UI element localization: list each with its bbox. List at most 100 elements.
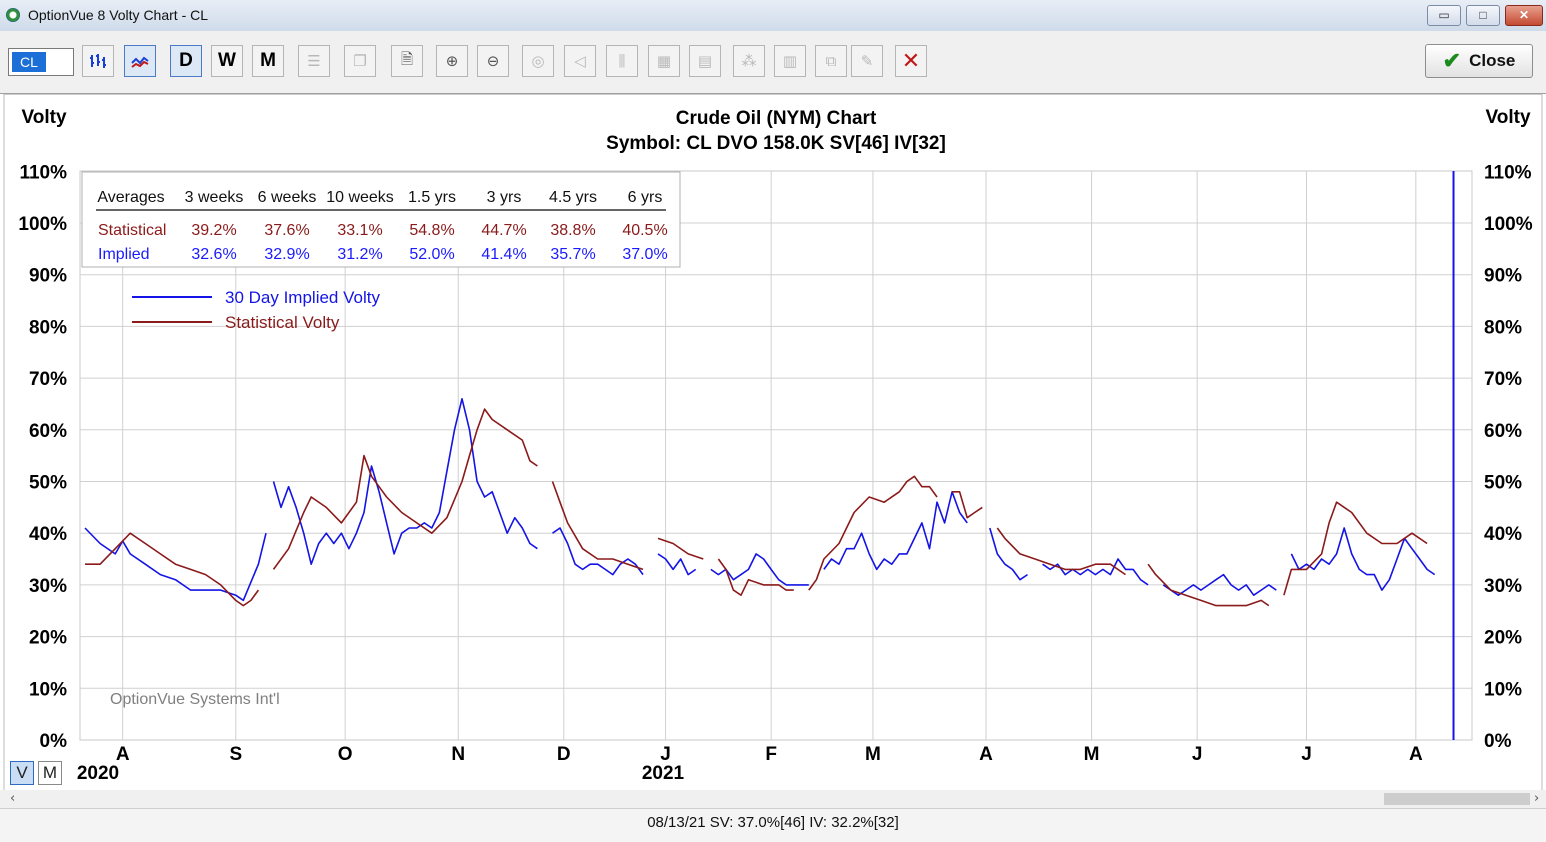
x-tick-label: N [451, 744, 465, 765]
y-tick-label-left: 20% [29, 628, 67, 649]
y-tick-label-right: 30% [1484, 576, 1522, 597]
mixed-mode-button[interactable]: M [38, 761, 62, 785]
weekly-button[interactable]: W [211, 45, 243, 77]
x-tick-label: J [1192, 744, 1203, 765]
x-tick-label: O [338, 744, 353, 765]
y-tick-label-right: 80% [1484, 317, 1522, 338]
averages-cell: 44.7% [481, 222, 526, 239]
averages-header: 4.5 yrs [549, 189, 597, 206]
title-bar: OptionVue 8 Volty Chart - CL ▭ □ ✕ [0, 0, 1546, 32]
delete-icon[interactable]: ✕ [895, 45, 927, 77]
scroll-left-icon[interactable]: ‹ [10, 791, 15, 806]
page-icon[interactable]: 🗎 [391, 45, 423, 77]
grid-icon[interactable]: ▦ [648, 45, 680, 77]
x-tick-label: S [229, 744, 242, 765]
y-tick-label-right: 0% [1484, 731, 1512, 752]
y-tick-label-left: 60% [29, 421, 67, 442]
window-close-button[interactable]: ✕ [1505, 5, 1543, 26]
averages-cell: 37.0% [622, 246, 667, 263]
averages-cell: 33.1% [337, 222, 382, 239]
averages-cell: 32.9% [264, 246, 309, 263]
averages-header: 3 yrs [487, 189, 522, 206]
y-tick-label-left: 10% [29, 679, 67, 700]
y-tick-label-left: 40% [29, 524, 67, 545]
symbol-value: CL [12, 52, 46, 72]
y-tick-label-left: 30% [29, 576, 67, 597]
y-tick-label-left: 50% [29, 473, 67, 494]
back-icon[interactable]: ◁ [564, 45, 596, 77]
monthly-button[interactable]: M [252, 45, 284, 77]
y-tick-label-right: 40% [1484, 524, 1522, 545]
x-tick-label: A [979, 744, 993, 765]
y-tick-label-right: 110% [1484, 162, 1532, 183]
averages-cell: 39.2% [191, 222, 236, 239]
x-tick-label: A [116, 744, 130, 765]
maximize-button[interactable]: □ [1466, 5, 1500, 26]
y-tick-label-left: 90% [29, 266, 67, 287]
x-tick-label: M [1084, 744, 1100, 765]
columns-icon[interactable]: ⫼ [606, 45, 638, 77]
year-label: 2021 [642, 763, 685, 784]
y-tick-label-left: 70% [29, 369, 67, 390]
app-icon [6, 8, 20, 22]
legend-implied-label: 30 Day Implied Volty [225, 288, 380, 307]
y-axis-label-left: Volty [21, 107, 66, 128]
horizontal-scrollbar[interactable]: ‹ › [0, 790, 1546, 808]
averages-header: 3 weeks [185, 189, 244, 206]
y-tick-label-right: 70% [1484, 369, 1522, 390]
window-title: OptionVue 8 Volty Chart - CL [28, 7, 209, 23]
copy-icon[interactable]: ❐ [344, 45, 376, 77]
averages-cell: 41.4% [481, 246, 526, 263]
scroll-right-icon[interactable]: › [1534, 791, 1539, 806]
volty-chart: Crude Oil (NYM) Chart Symbol: CL DVO 158… [3, 94, 1543, 790]
averages-cell: 54.8% [409, 222, 454, 239]
scroll-thumb[interactable] [1384, 793, 1530, 805]
check-icon: ✔ [1442, 48, 1462, 73]
x-tick-label: J [660, 744, 671, 765]
chart-subtitle: Symbol: CL DVO 158.0K SV[46] IV[32] [606, 133, 946, 154]
daily-button[interactable]: D [170, 45, 202, 77]
averages-header: 10 weeks [326, 189, 394, 206]
minimize-button[interactable]: ▭ [1427, 5, 1461, 26]
y-tick-label-left: 100% [18, 214, 67, 235]
scatter-icon[interactable]: ⁂ [733, 45, 765, 77]
averages-row-label: Implied [98, 246, 150, 263]
averages-cell: 37.6% [264, 222, 309, 239]
averages-cell: 52.0% [409, 246, 454, 263]
averages-cell: 31.2% [337, 246, 382, 263]
legend-statistical-label: Statistical Volty [225, 313, 340, 332]
zoom-out-icon[interactable]: ⊖ [477, 45, 509, 77]
y-tick-label-left: 0% [40, 731, 68, 752]
averages-cell: 38.8% [550, 222, 595, 239]
y-tick-label-left: 110% [19, 162, 67, 183]
averages-header: 6 yrs [628, 189, 663, 206]
averages-header: 6 weeks [258, 189, 317, 206]
y-tick-label-right: 50% [1484, 473, 1522, 494]
x-tick-label: A [1409, 744, 1423, 765]
volty-mode-button[interactable]: V [10, 761, 34, 785]
averages-cell: 32.6% [191, 246, 236, 263]
zoom-in-icon[interactable]: ⊕ [436, 45, 468, 77]
y-tick-label-right: 60% [1484, 421, 1522, 442]
close-button[interactable]: ✔ Close [1425, 44, 1533, 78]
copy2-icon[interactable]: ⧉ [815, 45, 847, 77]
x-tick-label: J [1301, 744, 1312, 765]
volty-lines-icon[interactable] [124, 45, 156, 77]
symbol-input[interactable]: CL [8, 48, 74, 76]
watermark: OptionVue Systems Int'l [110, 691, 280, 708]
averages-cell: 35.7% [550, 246, 595, 263]
pen-icon[interactable]: ✎ [851, 45, 883, 77]
y-axis-label-right: Volty [1485, 107, 1530, 128]
averages-header: 1.5 yrs [408, 189, 456, 206]
averages-row-label: Statistical [98, 222, 166, 239]
y-tick-label-right: 90% [1484, 266, 1522, 287]
grid2-icon[interactable]: ▤ [689, 45, 721, 77]
x-tick-label: M [865, 744, 881, 765]
chart-title: Crude Oil (NYM) Chart [676, 108, 877, 129]
grid3-icon[interactable]: ▥ [774, 45, 806, 77]
target-icon[interactable]: ◎ [522, 45, 554, 77]
bar-chart-icon[interactable] [82, 45, 114, 77]
list-icon[interactable]: ☰ [298, 45, 330, 77]
y-tick-label-right: 20% [1484, 628, 1522, 649]
x-tick-label: D [557, 744, 571, 765]
